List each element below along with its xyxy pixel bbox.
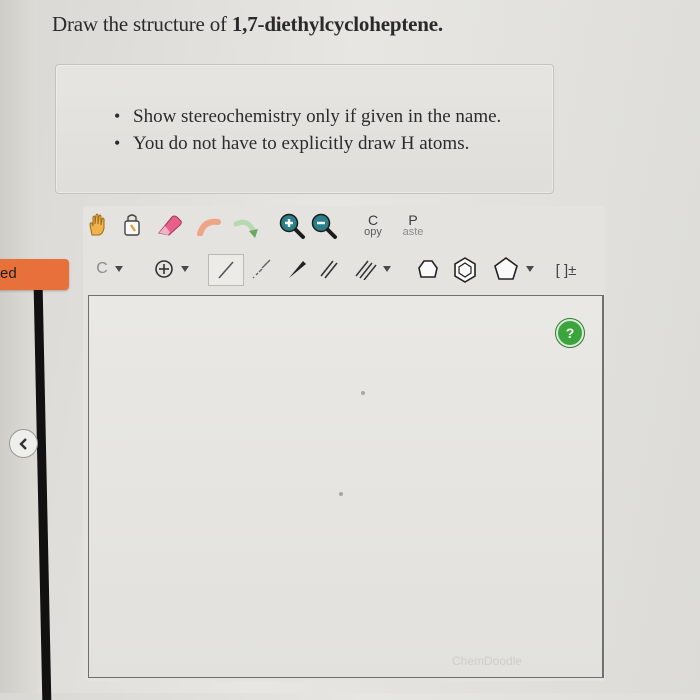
redo-icon	[233, 219, 258, 238]
chevron-down-icon	[526, 266, 534, 272]
wedge-bond-icon	[289, 261, 306, 278]
canvas-speck	[339, 492, 343, 496]
zoom-out-icon	[311, 213, 337, 239]
paste-label-top: P	[408, 212, 418, 228]
question-prefix: Draw the structure of	[52, 12, 232, 36]
charge-icon	[155, 260, 173, 278]
atom-selector[interactable]: C	[90, 258, 130, 280]
instructions-list: Show stereochemistry only if given in th…	[114, 103, 501, 157]
eraser-tool[interactable]	[156, 213, 184, 237]
charge-bracket-label: [ ]±	[555, 261, 577, 279]
benzene-ring-icon	[454, 257, 476, 283]
collapse-button[interactable]	[9, 429, 38, 458]
chevron-down-icon	[383, 266, 391, 272]
watermark: ChemDoodle	[452, 654, 523, 668]
copy-button[interactable]: C opy	[358, 210, 388, 242]
paste-label-bottom: aste	[402, 226, 424, 238]
collapse-chevron-icon	[18, 437, 27, 450]
compound-name: 1,7-diethylcycloheptene.	[231, 12, 443, 36]
instructions-box: Show stereochemistry only if given in th…	[55, 64, 554, 194]
canvas-speck	[361, 391, 365, 395]
side-tab[interactable]: ed	[0, 259, 69, 290]
double-bond-tool[interactable]	[316, 256, 342, 282]
lasso-tool[interactable]	[120, 212, 144, 238]
paste-button[interactable]: P aste	[396, 210, 430, 242]
single-bond-icon	[218, 261, 234, 279]
drawing-canvas[interactable]	[88, 295, 604, 678]
zoom-in-icon	[279, 213, 305, 239]
copy-label-bottom: opy	[364, 226, 382, 238]
ring3-tool[interactable]	[414, 256, 442, 284]
triple-bond-tool[interactable]	[350, 254, 396, 284]
instruction-item: Show stereochemistry only if given in th…	[114, 103, 501, 130]
pentagon-ring-tool[interactable]	[488, 254, 540, 284]
undo-button[interactable]	[196, 216, 228, 236]
redo-button[interactable]	[232, 216, 262, 238]
copy-label-top: C	[367, 212, 379, 228]
single-bond-tool[interactable]	[208, 254, 244, 286]
wedge-bond-tool[interactable]	[284, 256, 310, 282]
double-bond-icon	[320, 260, 338, 279]
charge-selector[interactable]	[150, 256, 194, 282]
undo-icon	[197, 218, 221, 236]
triple-bond-icon	[355, 260, 377, 280]
page-title: Draw the structure of 1,7-diethylcyclohe…	[52, 12, 443, 37]
triangle-ring-icon	[418, 260, 438, 278]
zoom-out-button[interactable]	[310, 212, 338, 240]
help-button[interactable]: ?	[556, 319, 584, 347]
screen-left-edge	[0, 0, 38, 693]
benzene-ring-tool[interactable]	[450, 255, 480, 285]
chevron-down-icon	[181, 266, 189, 272]
hashed-bond-tool[interactable]	[248, 256, 274, 282]
charge-bracket-tool[interactable]: [ ]±	[548, 258, 584, 282]
side-tab-label: ed	[0, 265, 17, 282]
instruction-item: You do not have to explicitly draw H ato…	[114, 130, 501, 157]
chevron-down-icon	[114, 266, 123, 272]
pentagon-ring-icon	[494, 257, 518, 280]
hashed-bond-icon	[252, 259, 271, 279]
eraser-icon	[158, 215, 182, 236]
atom-label: C	[96, 260, 108, 277]
hand-tool[interactable]	[86, 212, 110, 238]
hand-icon	[89, 213, 105, 236]
zoom-in-button[interactable]	[278, 212, 306, 240]
lasso-icon	[124, 214, 140, 236]
